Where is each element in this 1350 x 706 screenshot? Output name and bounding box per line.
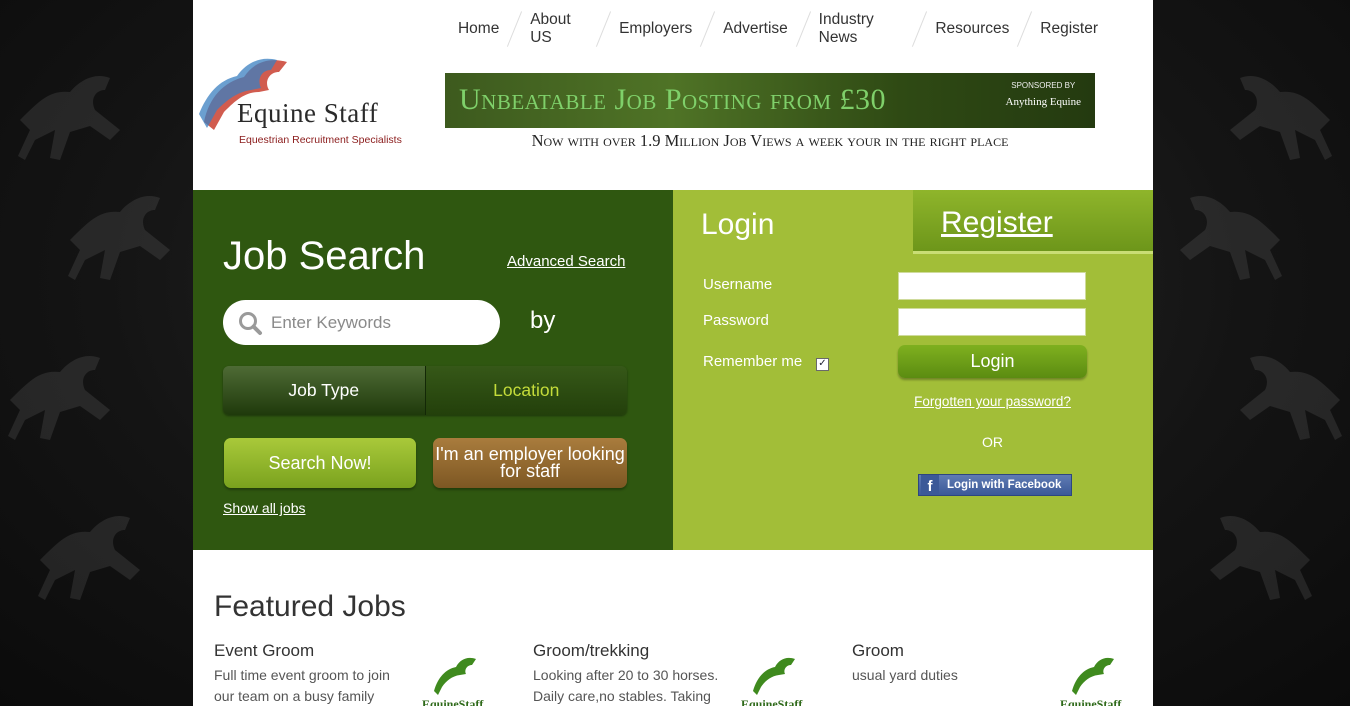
employer-button[interactable]: I'm an employer looking for staff: [433, 438, 627, 488]
remember-me-checkbox[interactable]: ✓: [816, 358, 829, 371]
sponsored-by-label: SPONSORED BY: [1011, 81, 1076, 90]
search-now-button[interactable]: Search Now!: [224, 438, 416, 488]
horse-logo-icon: [434, 657, 476, 695]
main-nav: Home About US Employers Advertise Indust…: [443, 11, 1113, 47]
featured-job[interactable]: Event Groom Full time event groom to joi…: [214, 641, 494, 706]
password-label: Password: [703, 312, 769, 329]
keyword-search-box[interactable]: [223, 300, 500, 345]
facebook-login-label: Login with Facebook: [947, 479, 1062, 491]
horse-silhouette-right-4: [1210, 515, 1312, 600]
forgot-password-link[interactable]: Forgotten your password?: [898, 394, 1087, 409]
nav-register[interactable]: Register: [1025, 20, 1113, 38]
horse-silhouette-left-2: [68, 195, 170, 280]
tab-login[interactable]: Login: [701, 208, 774, 242]
job-logo-name: EquineStaff: [741, 697, 803, 706]
promo-banner[interactable]: Unbeatable Job Posting from £30 SPONSORE…: [445, 73, 1095, 128]
horse-silhouette-right: [1230, 75, 1332, 160]
nav-industry-news[interactable]: Industry News: [804, 11, 920, 47]
job-description: Looking after 20 to 30 horses. Daily car…: [533, 667, 719, 704]
nav-home[interactable]: Home: [443, 20, 514, 38]
job-search-panel: Job Search Advanced Search by Job Type L…: [193, 190, 673, 550]
search-icon: [239, 311, 262, 335]
horse-silhouette-right-3: [1240, 355, 1342, 440]
horse-silhouette-right-2: [1180, 195, 1282, 280]
job-company-logo: EquineStaff: [1060, 655, 1130, 706]
logo-tagline: Equestrian Recruitment Specialists: [239, 134, 402, 146]
or-label: OR: [982, 434, 1003, 450]
login-button[interactable]: Login: [898, 345, 1087, 378]
job-description: Full time event groom to join our team o…: [214, 667, 390, 704]
facebook-icon: f: [921, 475, 939, 495]
facebook-login-button[interactable]: f Login with Facebook: [918, 474, 1072, 496]
featured-job[interactable]: Groom usual yard duties EquineStaff: [852, 641, 1132, 706]
horse-logo-icon: [753, 657, 795, 695]
banner-headline: Unbeatable Job Posting from £30: [459, 83, 887, 116]
keyword-input[interactable]: [269, 311, 493, 334]
sponsor-name: Anything Equine: [1005, 96, 1081, 108]
remember-me-label: Remember me: [703, 353, 803, 370]
show-all-jobs-link[interactable]: Show all jobs: [223, 500, 306, 516]
advanced-search-link[interactable]: Advanced Search: [507, 253, 625, 270]
nav-employers[interactable]: Employers: [604, 20, 707, 38]
toggle-job-type[interactable]: Job Type: [223, 366, 426, 415]
nav-about-us[interactable]: About US: [515, 11, 603, 47]
tab-register[interactable]: Register: [913, 190, 1153, 254]
login-panel: Login Register Username Password Remembe…: [673, 190, 1153, 550]
horse-logo-icon: [1072, 657, 1114, 695]
horse-silhouette-left-4: [38, 515, 140, 600]
job-description: usual yard duties: [852, 667, 958, 683]
horse-silhouette-left: [18, 75, 120, 160]
page: Home About US Employers Advertise Indust…: [193, 0, 1153, 706]
horse-silhouette-left-3: [8, 355, 110, 440]
nav-advertise[interactable]: Advertise: [708, 20, 803, 38]
job-company-logo: EquineStaff: [422, 655, 492, 706]
by-label: by: [530, 307, 556, 334]
password-field[interactable]: [898, 308, 1086, 336]
job-logo-name: EquineStaff: [1060, 697, 1122, 706]
username-field[interactable]: [898, 272, 1086, 300]
banner-subline: Now with over 1.9 Million Job Views a we…: [531, 131, 1009, 150]
toggle-location[interactable]: Location: [425, 366, 627, 415]
featured-job[interactable]: Groom/trekking Looking after 20 to 30 ho…: [533, 641, 813, 706]
job-search-title: Job Search: [223, 234, 426, 278]
featured-jobs-title: Featured Jobs: [214, 590, 406, 623]
nav-resources[interactable]: Resources: [920, 20, 1024, 38]
search-mode-toggle: Job Type Location: [223, 366, 627, 415]
username-label: Username: [703, 276, 773, 293]
job-logo-name: EquineStaff: [422, 697, 484, 706]
tab-register-label: Register: [941, 206, 1053, 239]
site-logo[interactable]: Equine Staff Equestrian Recruitment Spec…: [199, 52, 427, 152]
banner-sponsor: SPONSORED BY Anything Equine: [1006, 81, 1081, 108]
job-company-logo: EquineStaff: [741, 655, 811, 706]
logo-name: Equine Staff: [237, 98, 379, 128]
